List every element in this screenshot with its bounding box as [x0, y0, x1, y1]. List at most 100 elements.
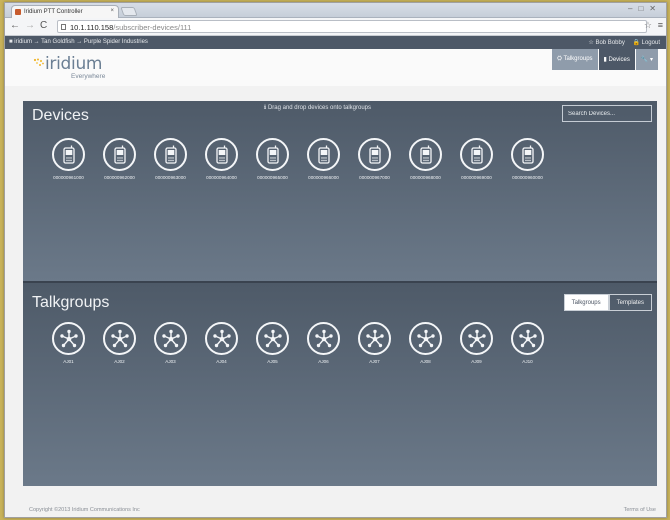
devices-title: Devices	[32, 107, 89, 124]
breadcrumb: ■ iridium → Tan Goldfish → Purple Spider…	[5, 36, 666, 49]
main-panel: Devices ℹ Drag and drop devices onto tal…	[23, 101, 657, 486]
address-bar[interactable]: 10.1.110.158/subscriber-devices/111	[57, 20, 647, 33]
talkgroup-item[interactable]: AJ04	[196, 322, 247, 364]
talkgroup-hub-icon[interactable]	[205, 322, 238, 355]
device-item-label: 000000967000	[359, 175, 390, 180]
talkgroup-item[interactable]: AJ03	[145, 322, 196, 364]
forward-arrow-icon[interactable]: →	[25, 20, 35, 31]
url-host: 10.1.110.158	[70, 23, 114, 32]
talkgroup-item[interactable]: AJ05	[247, 322, 298, 364]
terms-of-use-link[interactable]: Terms of Use	[624, 507, 656, 513]
talkgroup-item-label: AJ02	[114, 359, 125, 364]
phone-icon[interactable]	[358, 138, 391, 171]
device-item[interactable]: 000000963000	[145, 138, 196, 180]
logout-link[interactable]: 🔒 Logout	[633, 40, 661, 46]
device-item-label: 000000961000	[53, 175, 84, 180]
search-devices-input[interactable]	[562, 105, 652, 122]
maximize-icon[interactable]: □	[638, 4, 649, 13]
talkgroup-hub-icon[interactable]	[409, 322, 442, 355]
talkgroup-hub-icon[interactable]	[52, 322, 85, 355]
browser-toolbar: ← → C 10.1.110.158/subscriber-devices/11…	[5, 18, 666, 36]
talkgroup-item-label: AJ06	[318, 359, 329, 364]
logo-text: iridium	[45, 54, 103, 74]
device-item[interactable]: 000000964000	[196, 138, 247, 180]
page-icon	[61, 24, 66, 30]
minimize-icon[interactable]: –	[628, 4, 638, 13]
browser-tab[interactable]: Iridium PTT Controller ×	[11, 5, 119, 18]
talkgroup-hub-icon[interactable]	[103, 322, 136, 355]
talkgroup-item[interactable]: AJ02	[94, 322, 145, 364]
device-item[interactable]: 000000968000	[400, 138, 451, 180]
phone-icon[interactable]	[460, 138, 493, 171]
new-tab-button[interactable]	[120, 7, 138, 16]
device-item[interactable]: 000000965000	[247, 138, 298, 180]
url-path: /subscriber-devices/111	[113, 23, 192, 32]
talkgroup-hub-icon[interactable]	[307, 322, 340, 355]
device-item-label: 000000964000	[206, 175, 237, 180]
tools-menu-button[interactable]: 🔧 ▾	[635, 49, 658, 70]
talkgroup-item[interactable]: AJ01	[43, 322, 94, 364]
close-window-icon[interactable]: ✕	[649, 4, 662, 13]
phone-icon[interactable]	[307, 138, 340, 171]
device-item[interactable]: 000000962000	[94, 138, 145, 180]
talkgroup-item-label: AJ07	[369, 359, 380, 364]
back-arrow-icon[interactable]: ←	[10, 20, 20, 31]
phone-icon[interactable]	[52, 138, 85, 171]
tab-title: Iridium PTT Controller	[24, 9, 83, 15]
device-item-label: 000000966000	[308, 175, 339, 180]
talkgroup-hub-icon[interactable]	[256, 322, 289, 355]
user-profile-link[interactable]: ☆ Bob Bobby	[588, 40, 624, 46]
phone-icon[interactable]	[256, 138, 289, 171]
talkgroup-item-label: AJ10	[522, 359, 533, 364]
reload-icon[interactable]: C	[40, 20, 47, 31]
talkgroup-item[interactable]: AJ07	[349, 322, 400, 364]
talkgroup-item-label: AJ03	[165, 359, 176, 364]
phone-icon[interactable]	[154, 138, 187, 171]
talkgroup-list: AJ01 AJ02 AJ03 AJ04 AJ05 AJ06 AJ07 AJ08 AJ09 AJ10	[43, 322, 553, 364]
device-item-label: 000000969000	[461, 175, 492, 180]
talkgroup-item-label: AJ08	[420, 359, 431, 364]
device-item[interactable]: 000000966000	[298, 138, 349, 180]
copyright-text: Copyright ©2013 Iridium Communications I…	[29, 507, 140, 513]
nav-talkgroups[interactable]: ⛭ Talkgroups	[552, 49, 598, 70]
devices-section: Devices ℹ Drag and drop devices onto tal…	[23, 101, 657, 281]
phone-icon[interactable]	[511, 138, 544, 171]
talkgroup-item-label: AJ04	[216, 359, 227, 364]
browser-menu-icon[interactable]: ≡	[658, 20, 663, 30]
footer: Copyright ©2013 Iridium Communications I…	[5, 501, 666, 517]
user-links: ☆ Bob Bobby 🔒 Logout	[582, 39, 660, 46]
phone-icon[interactable]	[103, 138, 136, 171]
phone-icon[interactable]	[409, 138, 442, 171]
talkgroup-hub-icon[interactable]	[154, 322, 187, 355]
browser-tab-strip: Iridium PTT Controller × –□✕	[5, 3, 666, 18]
device-item-label: 000000968000	[410, 175, 441, 180]
toggle-templates[interactable]: Templates	[608, 294, 652, 311]
breadcrumb-path[interactable]: ■ iridium → Tan Goldfish → Purple Spider…	[9, 39, 148, 45]
tab-close-icon[interactable]: ×	[110, 8, 114, 14]
favicon-icon	[15, 9, 21, 15]
talkgroup-item[interactable]: AJ06	[298, 322, 349, 364]
view-toggle: Talkgroups Templates	[563, 294, 652, 311]
talkgroups-section: Talkgroups Talkgroups Templates AJ01 AJ02…	[23, 283, 657, 486]
device-item[interactable]: 000000961000	[43, 138, 94, 180]
talkgroup-hub-icon[interactable]	[511, 322, 544, 355]
device-item-label: 000000963000	[155, 175, 186, 180]
phone-icon[interactable]	[205, 138, 238, 171]
talkgroup-item[interactable]: AJ08	[400, 322, 451, 364]
device-item[interactable]: 000000967000	[349, 138, 400, 180]
device-item[interactable]: 000000960000	[502, 138, 553, 180]
device-list: 000000961000 000000962000 000000963000 0000…	[43, 138, 553, 180]
device-item-label: 000000960000	[512, 175, 543, 180]
drag-hint: ℹ Drag and drop devices onto talkgroups	[264, 105, 372, 111]
logo-tagline: Everywhere	[71, 73, 106, 80]
bookmark-star-icon[interactable]: ☆	[644, 20, 652, 31]
window-controls[interactable]: –□✕	[628, 4, 662, 13]
talkgroup-item[interactable]: AJ10	[502, 322, 553, 364]
device-item[interactable]: 000000969000	[451, 138, 502, 180]
talkgroup-hub-icon[interactable]	[460, 322, 493, 355]
talkgroup-item[interactable]: AJ09	[451, 322, 502, 364]
talkgroup-hub-icon[interactable]	[358, 322, 391, 355]
brand-bar: iridium Everywhere ⛭ Talkgroups ▮ Device…	[5, 49, 666, 86]
toggle-talkgroups[interactable]: Talkgroups	[563, 294, 609, 311]
nav-devices[interactable]: ▮ Devices	[598, 49, 635, 70]
